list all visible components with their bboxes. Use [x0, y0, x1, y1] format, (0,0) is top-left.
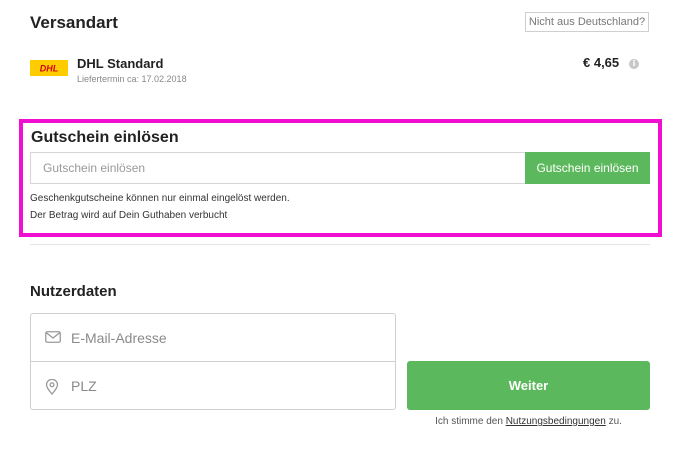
- terms-link[interactable]: Nutzungsbedingungen: [506, 416, 606, 427]
- terms-prefix: Ich stimme den: [435, 416, 503, 427]
- dhl-logo-text: DHL: [40, 64, 59, 74]
- shipping-price: € 4,65: [583, 55, 620, 70]
- continue-button[interactable]: Weiter: [407, 361, 650, 410]
- zip-row: [31, 362, 395, 410]
- redeem-voucher-button[interactable]: Gutschein einlösen: [525, 152, 650, 184]
- terms-suffix: zu.: [608, 416, 622, 427]
- section-divider: [30, 244, 650, 245]
- voucher-note-balance: Der Betrag wird auf Dein Guthaben verbuc…: [30, 210, 228, 221]
- dhl-logo: DHL: [30, 60, 68, 76]
- zip-field[interactable]: [71, 370, 381, 402]
- delivery-date: Liefertermin ca: 17.02.2018: [77, 74, 187, 84]
- envelope-icon: [45, 331, 61, 343]
- terms-text: Ich stimme den Nutzungsbedingungen zu.: [407, 416, 650, 427]
- not-from-germany-link[interactable]: Nicht aus Deutschland?: [525, 12, 649, 32]
- voucher-note-single-use: Geschenkgutscheine können nur einmal ein…: [30, 193, 290, 204]
- shipping-title: Versandart: [30, 13, 118, 32]
- info-icon[interactable]: i: [629, 59, 639, 69]
- shipping-method-name: DHL Standard: [77, 56, 164, 71]
- voucher-input[interactable]: [30, 152, 526, 184]
- email-row: [31, 314, 395, 362]
- location-pin-icon: [45, 379, 59, 395]
- user-data-title: Nutzerdaten: [30, 283, 117, 300]
- email-field[interactable]: [71, 322, 381, 354]
- user-data-form: [30, 313, 396, 410]
- voucher-title: Gutschein einlösen: [31, 129, 179, 146]
